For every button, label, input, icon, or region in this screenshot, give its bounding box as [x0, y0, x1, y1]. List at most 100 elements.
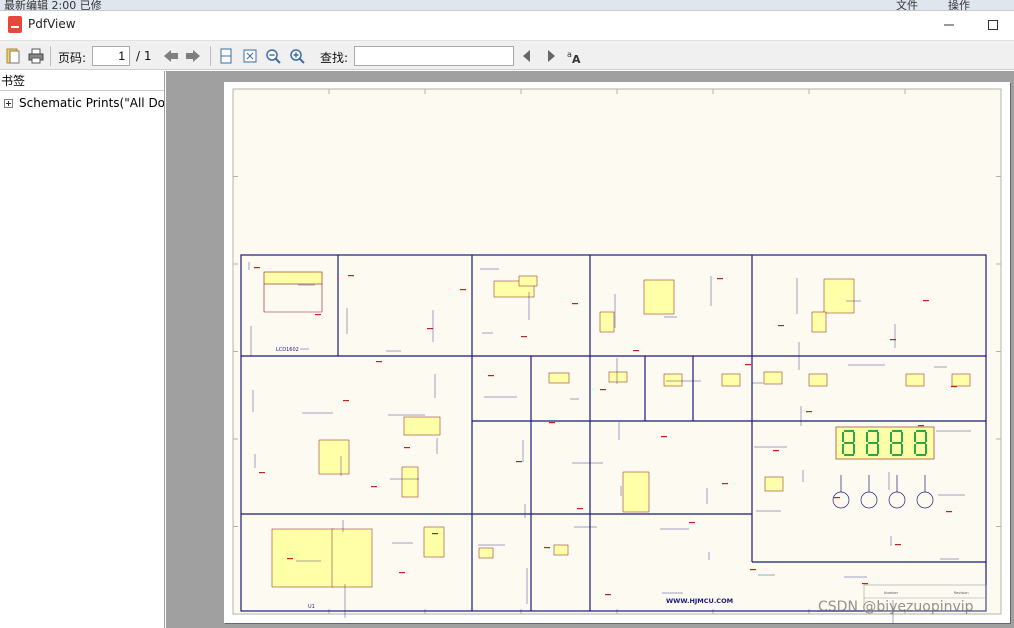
- match-case-icon: aA: [567, 50, 581, 64]
- component-label: [259, 472, 265, 474]
- component-chip: [403, 416, 441, 436]
- component-label: [572, 303, 578, 305]
- minimize-icon: [944, 24, 954, 26]
- find-input[interactable]: [354, 46, 514, 66]
- component-label: [544, 547, 550, 549]
- schematic-drawing: LCD1602 WWW.HJMCU.COM U1 Number Revision: [232, 88, 1002, 623]
- component-chip: [721, 373, 741, 387]
- component-label: [722, 483, 728, 485]
- maximize-button[interactable]: [978, 15, 1008, 35]
- mcu-label: U1: [308, 604, 315, 610]
- component-label: [432, 533, 438, 535]
- component-chip: [763, 371, 783, 385]
- component-chip: [423, 526, 445, 558]
- sidebar-header: 书签: [0, 71, 164, 91]
- component-chip: [331, 528, 373, 588]
- component-chip: [808, 373, 828, 387]
- component-chip: [811, 311, 827, 333]
- pdf-app-icon: [8, 16, 22, 33]
- pdfview-window: PdfView 页码: / 1: [0, 10, 1014, 628]
- component-label: [862, 583, 868, 585]
- component-label: [895, 544, 901, 546]
- component-label: [773, 450, 779, 452]
- expand-icon[interactable]: [4, 98, 13, 108]
- print-icon: [28, 48, 44, 64]
- component-chip: [548, 372, 570, 384]
- component-chip: [622, 471, 650, 513]
- lcd-label: LCD1602: [276, 347, 299, 353]
- component-label: [633, 350, 639, 352]
- component-label: [890, 339, 896, 341]
- find-prev-icon: [523, 50, 530, 62]
- component-chip: [478, 547, 494, 559]
- component-label: [371, 486, 377, 488]
- component-label: [343, 400, 349, 402]
- zoom-out-button[interactable]: [264, 47, 282, 65]
- component-chip: [599, 311, 615, 333]
- component-chip: [401, 466, 419, 498]
- footer-url: WWW.HJMCU.COM: [666, 597, 733, 605]
- seven-segment-display: [835, 426, 935, 460]
- component-chip: [823, 278, 855, 314]
- component-label: [521, 336, 527, 338]
- component-label: [717, 278, 723, 280]
- fit-page-button[interactable]: [241, 47, 259, 65]
- toolbar: 页码: / 1 查找: aA: [0, 40, 1014, 70]
- page-label: 页码:: [58, 51, 87, 65]
- component-label: [605, 594, 611, 596]
- component-label: [427, 328, 433, 330]
- back-button[interactable]: [162, 47, 180, 65]
- csdn-watermark: CSDN @biyezuopinvip: [818, 599, 974, 615]
- print-button[interactable]: [27, 47, 45, 65]
- component-label: [834, 497, 840, 499]
- component-label: [661, 436, 667, 438]
- document-viewer[interactable]: LCD1602 WWW.HJMCU.COM U1 Number Revision: [166, 71, 1014, 628]
- maximize-icon: [988, 20, 998, 30]
- minimize-button[interactable]: [934, 15, 964, 35]
- open-button[interactable]: [4, 47, 22, 65]
- component-chip: [643, 279, 675, 315]
- find-next-button[interactable]: [542, 47, 560, 65]
- component-label: [315, 314, 321, 316]
- bookmark-item[interactable]: Schematic Prints("All Doc: [4, 95, 164, 111]
- find-prev-button[interactable]: [518, 47, 536, 65]
- background-text: 最新编辑 2:00 已修: [4, 0, 102, 10]
- component-chip: [608, 371, 628, 383]
- match-case-button[interactable]: aA: [566, 47, 584, 65]
- forward-icon: [186, 50, 200, 62]
- pdf-page: LCD1602 WWW.HJMCU.COM U1 Number Revision: [224, 82, 1010, 623]
- background-menu-file: 文件: [896, 0, 918, 10]
- page-number-input[interactable]: [92, 46, 130, 66]
- window-title: PdfView: [28, 17, 76, 31]
- component-chip: [663, 373, 683, 387]
- zoom-in-button[interactable]: [288, 47, 306, 65]
- component-label: [488, 375, 494, 377]
- component-label: [689, 522, 695, 524]
- forward-button[interactable]: [184, 47, 202, 65]
- component-label: [923, 300, 929, 302]
- component-label: [404, 447, 410, 449]
- component-chip: [764, 476, 784, 492]
- background-menu-ops: 操作: [948, 0, 970, 10]
- component-label: [750, 569, 756, 571]
- component-label: [399, 572, 405, 574]
- component-label: [348, 275, 354, 277]
- toolbar-separator: [210, 46, 211, 66]
- svg-text:A: A: [572, 53, 581, 64]
- bookmark-sidebar: 书签 Schematic Prints("All Doc: [0, 71, 165, 628]
- component-label: [516, 461, 522, 463]
- back-icon: [164, 50, 178, 62]
- component-label: [946, 511, 952, 513]
- component-chip: [271, 528, 335, 588]
- zoom-out-icon: [266, 49, 281, 64]
- component-chip: [553, 544, 569, 556]
- component-label: [951, 386, 957, 388]
- toolbar-separator: [50, 46, 51, 66]
- component-label: [287, 558, 293, 560]
- component-label: [806, 411, 812, 413]
- title-bar: PdfView: [0, 11, 1014, 39]
- fit-width-button[interactable]: [217, 47, 235, 65]
- component-label: [549, 422, 555, 424]
- component-label: [778, 325, 784, 327]
- component-label: [918, 425, 924, 427]
